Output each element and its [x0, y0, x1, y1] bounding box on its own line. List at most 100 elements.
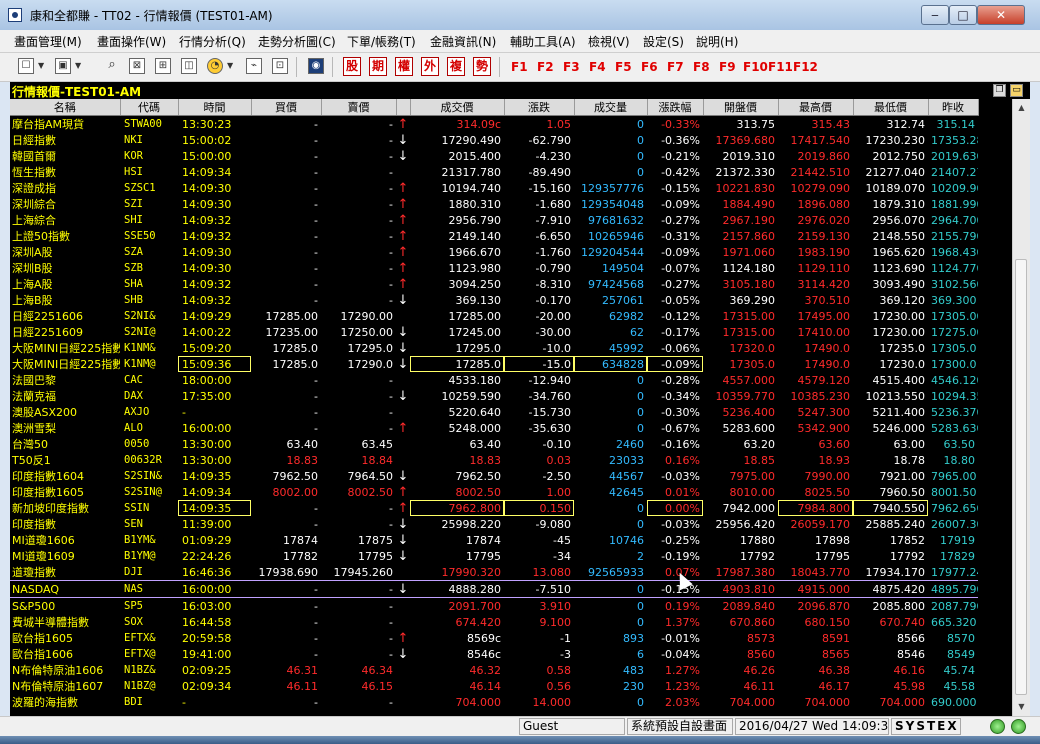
table-row[interactable]: 深圳A股 SZA 14:09:30- - ↑ 1966.670 -1.760 12920454…: [10, 244, 978, 260]
broker-logo-icon[interactable]: ◉: [308, 58, 324, 74]
col-header-high[interactable]: 最高價: [778, 99, 854, 116]
table-row[interactable]: 上海綜合 SHI 14:09:32- - ↑ 2956.790 -7.910 97681632…: [10, 212, 978, 228]
foreign-order-button[interactable]: 外: [421, 57, 439, 76]
scroll-thumb[interactable]: [1015, 259, 1027, 695]
table-row[interactable]: T50反1 00632R 13:30:00 18.83 18.84 18.83 0.03 23…: [10, 452, 978, 468]
vertical-scrollbar[interactable]: ▲ ▼: [1012, 99, 1030, 716]
table-row[interactable]: 韓國首爾 KOR 15:00:00- - ↓ 2015.400 -4.230 0 -0.21% 2…: [10, 148, 978, 164]
title-bar[interactable]: 康和全都賺 - TT02 - 行情報價 (TEST01-AM) ‒ □ ✕: [0, 0, 1040, 31]
close-window-icon[interactable]: ⊠: [129, 58, 145, 74]
table-row[interactable]: 深圳B股 SZB 14:09:30- - ↑ 1123.980 -0.790 149504 -0…: [10, 260, 978, 276]
col-header-name[interactable]: 名稱: [10, 99, 121, 116]
f12-key[interactable]: F12: [793, 60, 818, 74]
col-header-low[interactable]: 最低價: [853, 99, 929, 116]
chevron-down-icon[interactable]: ▼: [227, 61, 233, 70]
col-header-ask[interactable]: 賣價: [321, 99, 397, 116]
minimize-button[interactable]: ‒: [921, 5, 949, 25]
f9-key[interactable]: F9: [719, 60, 736, 74]
menu-screen-operate[interactable]: 畫面操作(W): [97, 33, 166, 50]
restore-panel-icon[interactable]: ❐: [993, 84, 1006, 97]
table-row[interactable]: 印度指數1605 S2SIN@ 14:09:34 8002.00 8002.50 ↑ 800…: [10, 484, 978, 500]
menu-financial-info[interactable]: 金融資訊(N): [430, 33, 496, 50]
table-row[interactable]: 波羅的海指數 BDI - - - 704.000 14.000 0 2.03% 704.000 70…: [10, 694, 978, 710]
f2-key[interactable]: F2: [537, 60, 554, 74]
table-row[interactable]: 上證50指數 SSE50 14:09:32- - ↑ 2149.140 -6.650 1026…: [10, 228, 978, 244]
options-order-button[interactable]: 權: [395, 57, 413, 76]
columns-icon[interactable]: ◫: [181, 58, 197, 74]
table-row[interactable]: 深證成指 SZSC1 14:09:30- - ↑ 10194.740 -15.160 1293…: [10, 180, 978, 196]
table-row[interactable]: 歐台指1605 EFTX& 20:59:58- - ↑ 8569c -1 893 -0.01% 8…: [10, 630, 978, 646]
table-row[interactable]: 大阪MINI日經225指數 K1NM& 15:09:20 17285.0 17295.0…: [10, 340, 978, 356]
table-row[interactable]: 費城半導體指數 SOX 16:44:58 - - 674.420 9.100 0 1.37% 67…: [10, 614, 978, 630]
table-row[interactable]: 日經2251606 S2NI& 14:09:29 17285.00 17290.00 17…: [10, 308, 978, 324]
col-header-volume[interactable]: 成交量: [574, 99, 648, 116]
table-row[interactable]: MI道瓊1606 B1YM& 01:09:29 17874 17875 ↓ 17874 -45…: [10, 532, 978, 548]
f4-key[interactable]: F4: [589, 60, 606, 74]
table-row[interactable]: 台灣50 0050 13:30:00 63.40 63.45 63.40 -0.10 2460…: [10, 436, 978, 452]
scroll-down-icon[interactable]: ▼: [1014, 699, 1029, 715]
table-row[interactable]: MI道瓊1609 B1YM@ 22:24:26 17782 17795 ↓ 17795 -34…: [10, 548, 978, 564]
trend-button[interactable]: 勢: [473, 57, 491, 76]
table-row[interactable]: NASDAQ NAS 16:00:00- - ↓ 4888.280 -7.510 0 -0.15…: [10, 580, 978, 598]
menu-view[interactable]: 檢視(V): [588, 33, 630, 50]
table-row[interactable]: 日經指數 NKI 15:00:02- - ↓ 17290.490 -62.790 0 -0.36…: [10, 132, 978, 148]
table-row[interactable]: 法蘭克福 DAX 17:35:00- - ↓ 10259.590 -34.760 0 -0.34…: [10, 388, 978, 404]
table-row[interactable]: 日經2251609 S2NI@ 14:00:22 17235.00 17250.00 ↓ 1…: [10, 324, 978, 340]
stock-order-button[interactable]: 股: [343, 57, 361, 76]
table-row[interactable]: 澳股ASX200 AXJO - - - 5220.640 -15.730 0 -0.30% 523…: [10, 404, 978, 420]
menu-trend-chart[interactable]: 走勢分析圖(C): [258, 33, 336, 50]
maximize-button[interactable]: □: [949, 5, 977, 25]
table-row[interactable]: 深圳綜合 SZI 14:09:30- - ↑ 1880.310 -1.680 12935404…: [10, 196, 978, 212]
table-row[interactable]: 摩台指AM現貨 STWA00 13:30:23- - ↑ 314.09c 1.05 0 -0.3…: [10, 116, 978, 133]
col-header-time[interactable]: 時間: [178, 99, 252, 116]
close-button[interactable]: ✕: [977, 5, 1025, 25]
table-row[interactable]: 恆生指數 HSI 14:09:34 - - 21317.780 -89.490 0 -0.42%…: [10, 164, 978, 180]
link-icon[interactable]: ⌁: [246, 58, 262, 74]
table-row[interactable]: N布倫特原油1606 N1BZ& 02:09:25 46.31 46.34 46.32 0.…: [10, 662, 978, 678]
col-header-price[interactable]: 成交價: [410, 99, 505, 116]
f6-key[interactable]: F6: [641, 60, 658, 74]
col-header-arrow[interactable]: [396, 99, 411, 116]
table-row[interactable]: 道瓊指數 DJI 16:46:36 17938.690 17945.260 17990.3…: [10, 564, 978, 581]
table-row[interactable]: 歐台指1606 EFTX@ 19:41:00- - ↓ 8546c -3 6 -0.04% 856…: [10, 646, 978, 662]
table-row[interactable]: 印度指數 SEN 11:39:00- - ↓ 25998.220 -9.080 0 -0.03%…: [10, 516, 978, 532]
monitor-icon[interactable]: ▣: [55, 58, 71, 74]
f10-key[interactable]: F10: [743, 60, 768, 74]
table-row[interactable]: 大阪MINI日經225指數 K1NM@ 15:09:36 17285.0 17290.0…: [10, 356, 978, 372]
grid-icon[interactable]: ⊞: [155, 58, 171, 74]
f1-key[interactable]: F1: [511, 60, 528, 74]
f3-key[interactable]: F3: [563, 60, 580, 74]
search-icon[interactable]: ⌕: [104, 58, 120, 74]
f5-key[interactable]: F5: [615, 60, 632, 74]
col-header-prev-close[interactable]: 昨收: [928, 99, 979, 116]
folder-icon[interactable]: ▭: [1010, 84, 1023, 97]
chevron-down-icon[interactable]: ▼: [75, 61, 81, 70]
layout-icon[interactable]: ☐: [18, 58, 34, 74]
table-row[interactable]: 上海A股 SHA 14:09:32- - ↑ 3094.250 -8.310 97424568…: [10, 276, 978, 292]
col-header-open[interactable]: 開盤價: [703, 99, 779, 116]
chevron-down-icon[interactable]: ▼: [38, 61, 44, 70]
col-header-change[interactable]: 漲跌: [504, 99, 575, 116]
scroll-up-icon[interactable]: ▲: [1014, 100, 1029, 116]
table-row[interactable]: 印度指數1604 S2SIN& 14:09:35 7962.50 7964.50 ↓ 796…: [10, 468, 978, 484]
menu-tools[interactable]: 輔助工具(A): [510, 33, 576, 50]
f11-key[interactable]: F11: [768, 60, 793, 74]
table-row[interactable]: 澳洲雪梨 ALO 16:00:00- - ↑ 5248.000 -35.630 0 -0.67%…: [10, 420, 978, 436]
clock-icon[interactable]: ◔: [207, 58, 223, 74]
menu-quote-analysis[interactable]: 行情分析(Q): [179, 33, 246, 50]
menu-help[interactable]: 說明(H): [696, 33, 738, 50]
complex-order-button[interactable]: 複: [447, 57, 465, 76]
table-row[interactable]: S&P500 SP5 16:03:00 - - 2091.700 3.910 0 0.19% 20…: [10, 598, 978, 615]
col-header-code[interactable]: 代碼: [120, 99, 179, 116]
f7-key[interactable]: F7: [667, 60, 684, 74]
menu-screen-manage[interactable]: 畫面管理(M): [14, 33, 82, 50]
table-row[interactable]: 上海B股 SHB 14:09:32- - ↓ 369.130 -0.170 257061 -0.…: [10, 292, 978, 308]
menu-order-account[interactable]: 下單/帳務(T): [347, 33, 416, 50]
table-row[interactable]: 新加坡印度指數 SSIN 14:09:35- - ↑ 7962.800 0.150 0 0.00…: [10, 500, 978, 516]
menu-settings[interactable]: 設定(S): [643, 33, 684, 50]
col-header-bid[interactable]: 買價: [251, 99, 322, 116]
table-row[interactable]: 法國巴黎 CAC 18:00:00 - - 4533.180 -12.940 0 -0.28% 4…: [10, 372, 978, 388]
f8-key[interactable]: F8: [693, 60, 710, 74]
futures-order-button[interactable]: 期: [369, 57, 387, 76]
chart-window-icon[interactable]: ⊡: [272, 58, 288, 74]
